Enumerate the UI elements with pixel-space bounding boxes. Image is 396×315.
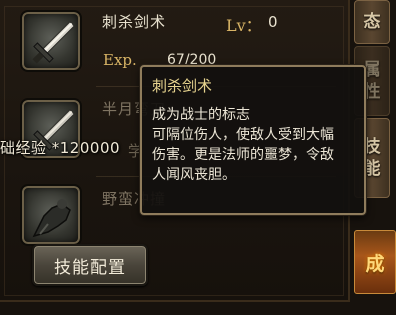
skill-config-button[interactable]: 技能配置 xyxy=(32,244,148,286)
tooltip-line: 成为战士的标志 xyxy=(152,107,250,123)
side-action-button[interactable]: 成 xyxy=(354,230,396,294)
tab-status[interactable]: 态 xyxy=(354,0,390,44)
skill-tooltip: 刺杀剑术 成为战士的标志 可隔位伤人，使敌人受到大幅 伤害。更是法师的噩梦，令敌… xyxy=(140,65,366,215)
floating-exp-text: 础经验 *120000 xyxy=(0,139,121,157)
tooltip-line: 伤害。更是法师的噩梦，令敌 xyxy=(152,147,334,163)
savage-charge-skill-icon[interactable] xyxy=(20,184,82,246)
tab-skills-label-2: 能 xyxy=(363,159,381,179)
tab-skills-label-1: 技 xyxy=(363,137,381,157)
assassin-sword-skill-icon[interactable] xyxy=(20,10,82,72)
tab-attributes-label-2: 性 xyxy=(363,82,381,102)
level-value: 0 xyxy=(268,13,278,31)
exp-label: Exp. xyxy=(103,51,137,69)
tab-attributes-label-1: 属 xyxy=(363,60,381,80)
tab-status-label: 态 xyxy=(363,12,381,32)
level-label: Lv： xyxy=(226,16,262,35)
tooltip-line: 人闻风丧胆。 xyxy=(152,167,236,183)
tooltip-title: 刺杀剑术 xyxy=(152,77,213,95)
skill-name-assassin-sword: 刺杀剑术 xyxy=(102,13,167,31)
tooltip-line: 可隔位伤人，使敌人受到大幅 xyxy=(152,127,334,143)
tooltip-body: 成为战士的标志 可隔位伤人，使敌人受到大幅 伤害。更是法师的噩梦，令敌 人闻风丧… xyxy=(152,105,354,185)
